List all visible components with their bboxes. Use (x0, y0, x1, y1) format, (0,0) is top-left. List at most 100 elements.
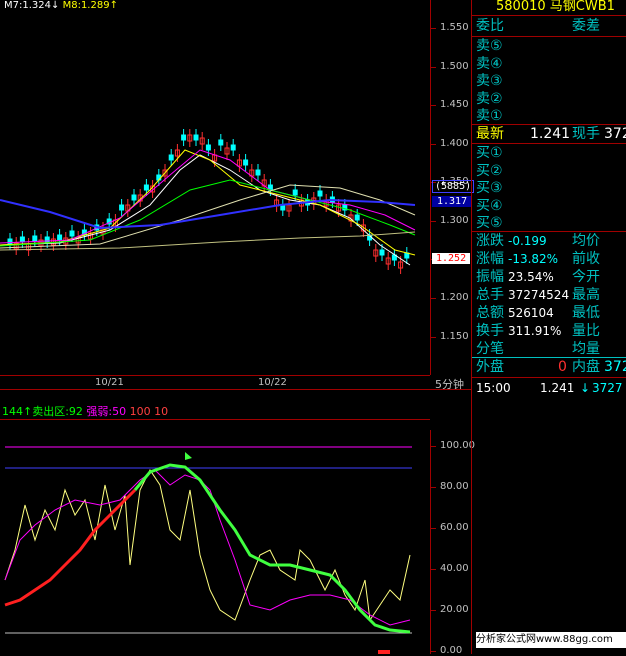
inner-value: 372 (604, 359, 626, 375)
price-tick (431, 28, 436, 29)
latest-price: 1.241 (530, 126, 571, 142)
sell-level-2: 卖② (476, 90, 503, 107)
watermark: 分析家公式网www.88gg.com (476, 632, 626, 648)
indicator-pane[interactable] (0, 430, 431, 654)
price-chart-pane[interactable]: M7:1.324↓ M8:1.289↑ (0, 0, 431, 375)
candle (243, 159, 249, 166)
sell-level-1: 卖① (476, 108, 503, 124)
quote-panel: 580010 马钢CWB1 委比 委差 卖⑤ 卖④ 卖③ 卖② 卖① 最新 1.241 … (471, 0, 626, 654)
candle (168, 154, 174, 161)
indicator-plot (4, 446, 412, 654)
stat-right-label: 前收 (572, 251, 600, 267)
price-tick-label: 1.450 (440, 99, 469, 110)
ma-line-magenta (0, 149, 416, 244)
buy-level-5: 买⑤ (476, 215, 503, 231)
tick-arrow: ↓ (580, 381, 591, 395)
price-plot (0, 129, 416, 274)
stat-value: 526104 (508, 306, 554, 320)
indicator-tick (431, 528, 436, 529)
indicator-tick (431, 569, 436, 570)
candle (205, 144, 211, 151)
date-label-2: 10/22 (258, 377, 287, 388)
stat-label: 总手 (476, 287, 504, 303)
stat-value: 311.91% (508, 324, 562, 338)
candle (57, 234, 63, 241)
price-tick-label: 1.400 (440, 138, 469, 149)
price-tick-label: 1.500 (440, 61, 469, 72)
indicator-tick (431, 610, 436, 611)
indicator-header: 144↑卖出区:92 强弱:50 100 10 (2, 403, 168, 419)
candle (193, 134, 199, 141)
indicator-tick (431, 487, 436, 488)
last-price-box: 1.252 (432, 253, 471, 264)
price-tick-label: 1.150 (440, 331, 469, 342)
stat-label: 振幅 (476, 269, 504, 285)
candle (317, 190, 323, 197)
price-tick-label: 1.200 (440, 292, 469, 303)
candle (230, 144, 236, 151)
candle (218, 139, 224, 146)
candle (292, 189, 298, 196)
buy-level-2: 买② (476, 162, 503, 179)
candle (19, 236, 25, 243)
order-ratio-label: 委比 (476, 18, 504, 34)
stat-value: 37274524 (508, 288, 570, 302)
price-tick (431, 105, 436, 106)
indicator-tick-label: 80.00 (440, 481, 469, 492)
price-tick (431, 67, 436, 68)
quote-title: 580010 马钢CWB1 (496, 0, 615, 14)
candle (181, 134, 187, 141)
candle (32, 235, 38, 242)
candle (7, 238, 13, 245)
indicator-tick-label: 20.00 (440, 604, 469, 615)
ma-line-yellow (0, 149, 416, 256)
tick-volume: 3727 (592, 381, 623, 395)
stat-value: -0.199 (508, 234, 547, 248)
volume-box: (5885) (432, 180, 475, 193)
indicator-tick (431, 651, 436, 652)
stat-right-label: 均价 (572, 233, 600, 249)
price-tick (431, 337, 436, 338)
sell-marker (378, 650, 390, 654)
date-axis: 10/21 10/22 (0, 375, 430, 390)
price-tick (431, 221, 436, 222)
stat-label: 总额 (476, 305, 504, 321)
candle (131, 194, 137, 201)
candle (143, 184, 149, 191)
candle (379, 249, 385, 256)
sell-level-5: 卖⑤ (476, 38, 503, 54)
current-hand-value: 372 (604, 126, 626, 142)
tick-time: 15:00 (476, 381, 511, 395)
tick-price: 1.241 (540, 381, 575, 395)
candle (69, 230, 75, 237)
indicator-tick-label: 0.00 (440, 645, 463, 656)
stat-label: 涨幅 (476, 251, 504, 267)
buy-marker (185, 452, 192, 460)
indicator-tick-label: 60.00 (440, 522, 469, 533)
stat-right-label: 今开 (572, 269, 600, 285)
sell-level-3: 卖③ (476, 73, 503, 89)
stat-label: 涨跌 (476, 233, 504, 249)
sell-level-4: 卖④ (476, 55, 503, 72)
price-tick (431, 298, 436, 299)
stat-right-label: 量比 (572, 323, 600, 339)
price-axis: 1.5501.5001.4501.4001.3501.3001.2501.200… (431, 0, 475, 375)
stat-value: 23.54% (508, 270, 554, 284)
order-diff-label: 委差 (572, 18, 600, 34)
ma-line-blue (0, 198, 416, 230)
indicator-strength: 强弱:50 (86, 405, 127, 418)
stat-value: -13.82% (508, 252, 559, 266)
candle (255, 169, 261, 176)
outer-value: 0 (558, 359, 567, 375)
buy-level-1: 买① (476, 145, 503, 161)
price-tick-label: 1.300 (440, 215, 469, 226)
buy-level-3: 买③ (476, 180, 503, 196)
indicator-tick-label: 40.00 (440, 563, 469, 574)
price-tick-label: 1.550 (440, 22, 469, 33)
indicator-title: 144↑卖出区:92 (2, 405, 83, 418)
indicator-tick-label: 100.00 (440, 440, 475, 451)
indicator-axis: 100.00 80.00 60.00 40.00 20.00 0.00 (431, 430, 475, 656)
stat-right-label: 最低 (572, 305, 600, 321)
stat-label: 换手 (476, 323, 504, 339)
current-hand-label: 现手 (572, 126, 600, 142)
